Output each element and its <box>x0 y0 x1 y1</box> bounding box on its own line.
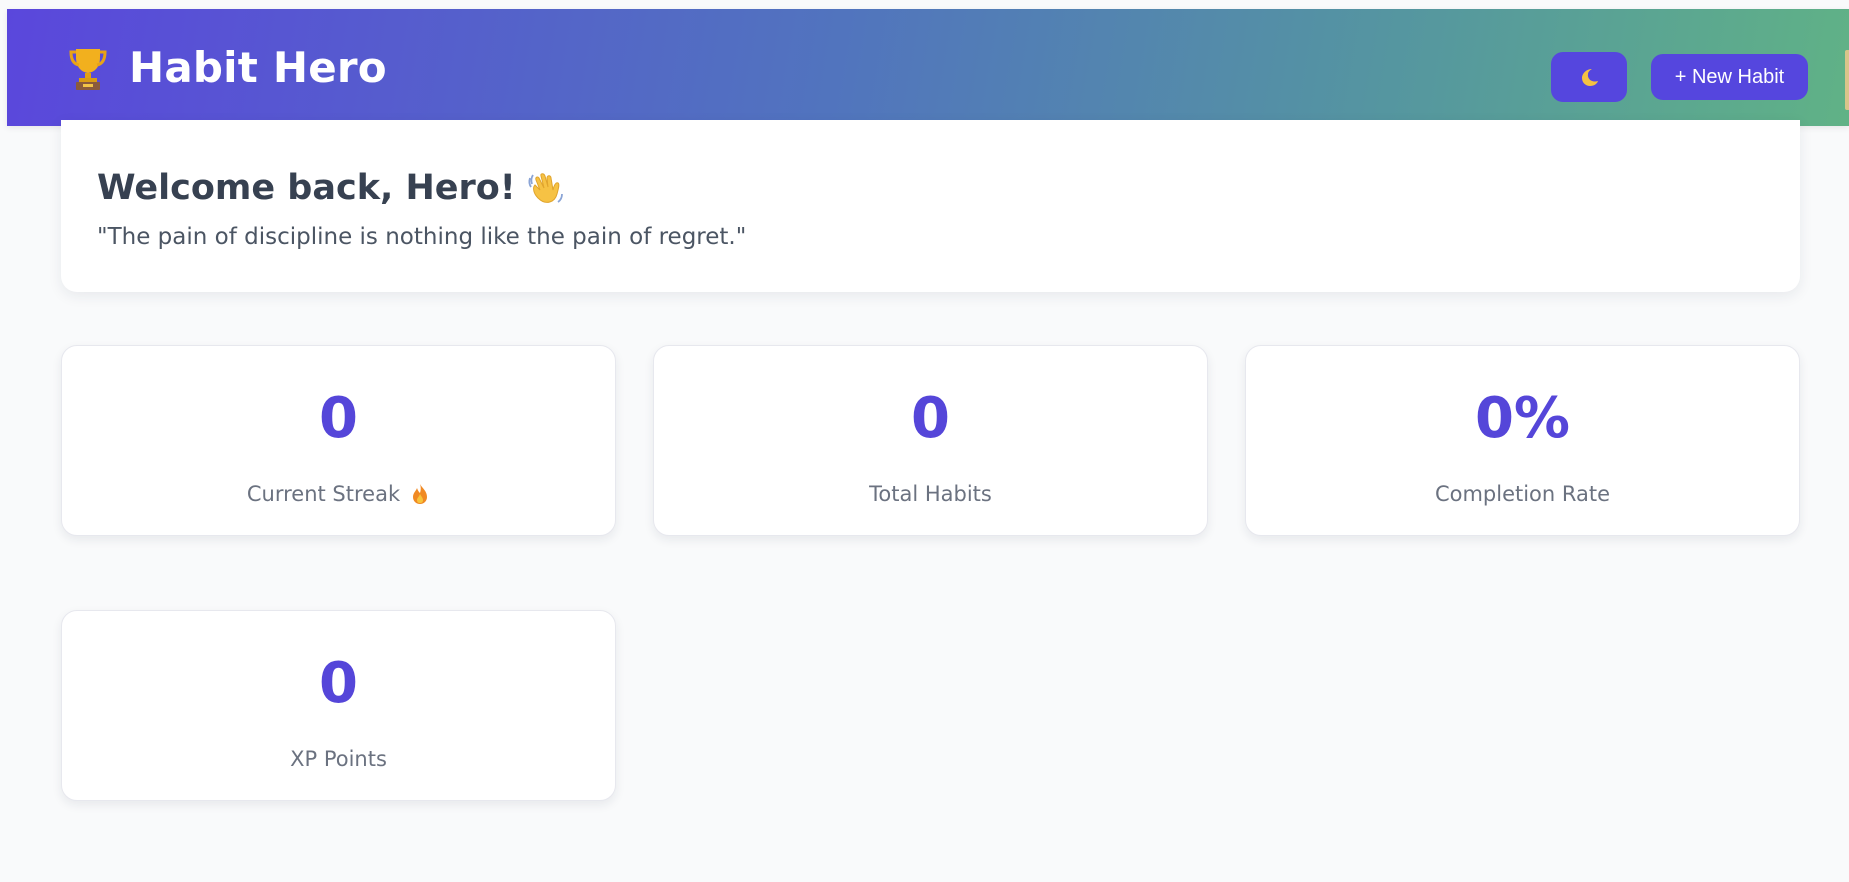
stat-value: 0 <box>319 651 358 716</box>
theme-toggle-button[interactable] <box>1551 52 1627 102</box>
fire-icon <box>410 483 430 505</box>
top-header: Habit Hero + New Habit <box>7 9 1849 126</box>
stat-card-completion-rate: 0% Completion Rate <box>1245 345 1800 536</box>
stat-label-text: Total Habits <box>869 482 992 506</box>
trophy-icon <box>69 45 107 91</box>
app-title: Habit Hero <box>129 43 387 92</box>
app-page: Habit Hero + New Habit Welcome back, Her… <box>0 0 1849 882</box>
stat-card-current-streak: 0 Current Streak <box>61 345 616 536</box>
moon-icon <box>1578 66 1600 88</box>
stat-value: 0% <box>1474 386 1571 451</box>
welcome-title-text: Welcome back, Hero! <box>97 168 516 208</box>
stat-label-text: Completion Rate <box>1434 482 1611 506</box>
stat-value: 0 <box>911 386 950 451</box>
brand: Habit Hero <box>69 43 387 92</box>
stat-label-text: Current Streak <box>246 482 401 506</box>
waving-hand-icon <box>526 168 566 208</box>
stat-label: XP Points <box>62 747 615 771</box>
stat-label: Completion Rate <box>1246 482 1799 506</box>
stat-card-total-habits: 0 Total Habits <box>653 345 1208 536</box>
stat-card-xp-points: 0 XP Points <box>61 610 616 801</box>
edge-strip <box>1845 50 1849 110</box>
stat-label: Current Streak <box>62 482 615 506</box>
motivational-quote: "The pain of discipline is nothing like … <box>97 224 747 250</box>
welcome-heading: Welcome back, Hero! <box>97 168 566 208</box>
welcome-card: Welcome back, Hero! "The pain of discipl… <box>61 120 1800 292</box>
stat-label-text: XP Points <box>290 747 387 771</box>
stat-value: 0 <box>319 386 358 451</box>
stat-label: Total Habits <box>654 482 1207 506</box>
new-habit-button[interactable]: + New Habit <box>1651 54 1808 100</box>
